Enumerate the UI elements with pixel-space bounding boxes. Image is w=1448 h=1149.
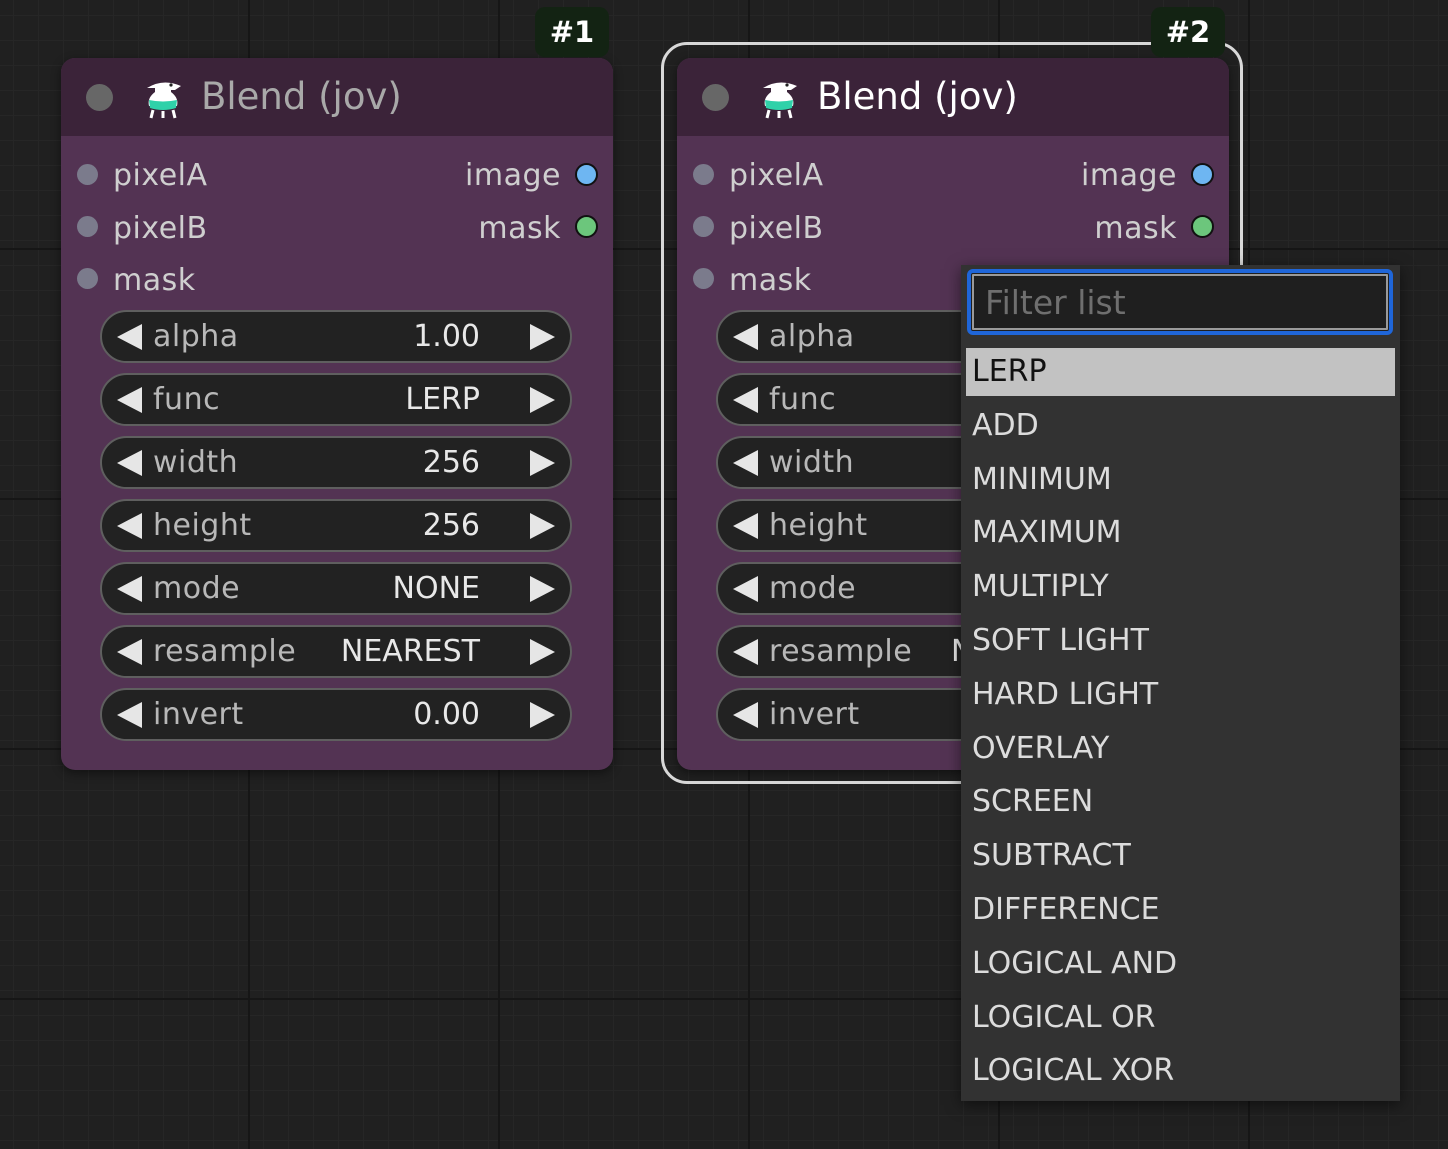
input-slot-dot[interactable] <box>693 268 714 289</box>
widget-name: mode <box>153 571 241 606</box>
node-title: Blend (jov) <box>201 75 402 118</box>
output-slot-image-dot[interactable] <box>575 163 598 186</box>
dropdown-option[interactable]: HARD LIGHT <box>966 671 1395 719</box>
dropdown-option[interactable]: MULTIPLY <box>966 563 1395 611</box>
dropdown-option[interactable]: SUBTRACT <box>966 832 1395 880</box>
dropdown-option[interactable]: MINIMUM <box>966 456 1395 504</box>
dropdown-option[interactable]: LOGICAL XOR <box>966 1047 1395 1095</box>
input-slot-dot[interactable] <box>77 268 98 289</box>
widget-name: invert <box>769 697 860 732</box>
potion-flask-icon <box>147 82 181 119</box>
output-label-mask: mask <box>478 211 561 246</box>
collapse-toggle[interactable] <box>702 84 729 111</box>
node-header[interactable]: Blend (jov) <box>61 58 613 136</box>
increment-arrow-icon[interactable] <box>530 576 555 602</box>
output-label-mask: mask <box>1094 211 1177 246</box>
widget-alpha[interactable]: alpha 1.00 <box>100 310 572 363</box>
widget-invert[interactable]: invert 0.00 <box>100 688 572 741</box>
widget-name: resample <box>769 634 913 669</box>
widget-width[interactable]: width 256 <box>100 436 572 489</box>
input-label-pixelA: pixelA <box>729 158 824 193</box>
widget-mode[interactable]: mode NONE <box>100 562 572 615</box>
widget-name: width <box>769 445 855 480</box>
decrement-arrow-icon[interactable] <box>733 576 758 602</box>
dropdown-option[interactable]: LOGICAL AND <box>966 940 1395 988</box>
increment-arrow-icon[interactable] <box>530 702 555 728</box>
widget-name: func <box>153 382 221 417</box>
widget-value: 1.00 <box>413 319 480 354</box>
dropdown-option[interactable]: MAXIMUM <box>966 509 1395 557</box>
widget-name: width <box>153 445 239 480</box>
node-id-badge: #1 <box>535 7 609 57</box>
widget-value: 256 <box>422 508 480 543</box>
input-slot-dot[interactable] <box>693 164 714 185</box>
dropdown-option[interactable]: DIFFERENCE <box>966 886 1395 934</box>
widget-resample[interactable]: resample NEAREST <box>100 625 572 678</box>
dropdown-option[interactable]: LERP <box>966 348 1395 396</box>
decrement-arrow-icon[interactable] <box>733 513 758 539</box>
widget-value: LERP <box>405 382 480 417</box>
dropdown-option[interactable]: SCREEN <box>966 778 1395 826</box>
widget-name: alpha <box>153 319 239 354</box>
widget-name: mode <box>769 571 857 606</box>
output-label-image: image <box>1081 158 1177 193</box>
input-slot-dot[interactable] <box>77 164 98 185</box>
decrement-arrow-icon[interactable] <box>117 324 142 350</box>
node-id-badge: #2 <box>1151 7 1225 57</box>
output-slot-image-dot[interactable] <box>1191 163 1214 186</box>
decrement-arrow-icon[interactable] <box>117 387 142 413</box>
widget-name: height <box>153 508 252 543</box>
dropdown-option[interactable]: SOFT LIGHT <box>966 617 1395 665</box>
decrement-arrow-icon[interactable] <box>117 513 142 539</box>
decrement-arrow-icon[interactable] <box>117 702 142 728</box>
func-dropdown-menu: LERP ADD MINIMUM MAXIMUM MULTIPLY SOFT LIGHT H… <box>961 265 1400 1101</box>
increment-arrow-icon[interactable] <box>530 639 555 665</box>
input-label-pixelA: pixelA <box>113 158 208 193</box>
input-label-mask: mask <box>729 263 812 298</box>
decrement-arrow-icon[interactable] <box>117 450 142 476</box>
decrement-arrow-icon[interactable] <box>733 387 758 413</box>
decrement-arrow-icon[interactable] <box>733 450 758 476</box>
output-slot-mask-dot[interactable] <box>575 215 598 238</box>
node-header[interactable]: Blend (jov) <box>677 58 1229 136</box>
node-title: Blend (jov) <box>817 75 1018 118</box>
input-label-mask: mask <box>113 263 196 298</box>
widget-value: 0.00 <box>413 697 480 732</box>
widget-name: invert <box>153 697 244 732</box>
widget-value: NEAREST <box>340 634 480 669</box>
output-label-image: image <box>465 158 561 193</box>
increment-arrow-icon[interactable] <box>530 513 555 539</box>
decrement-arrow-icon[interactable] <box>733 702 758 728</box>
dropdown-option[interactable]: LOGICAL OR <box>966 994 1395 1042</box>
decrement-arrow-icon[interactable] <box>117 639 142 665</box>
node-blend-1[interactable]: Blend (jov) pixelA image pixelB mask mas… <box>61 58 613 770</box>
input-slot-dot[interactable] <box>77 216 98 237</box>
increment-arrow-icon[interactable] <box>530 450 555 476</box>
widget-height[interactable]: height 256 <box>100 499 572 552</box>
widget-value: 256 <box>422 445 480 480</box>
increment-arrow-icon[interactable] <box>530 387 555 413</box>
dropdown-option[interactable]: ADD <box>966 402 1395 450</box>
potion-flask-icon <box>763 82 797 119</box>
dropdown-option[interactable]: OVERLAY <box>966 725 1395 773</box>
increment-arrow-icon[interactable] <box>530 324 555 350</box>
input-label-pixelB: pixelB <box>113 211 208 246</box>
filter-list-input[interactable] <box>967 269 1393 335</box>
widget-name: alpha <box>769 319 855 354</box>
decrement-arrow-icon[interactable] <box>117 576 142 602</box>
collapse-toggle[interactable] <box>86 84 113 111</box>
decrement-arrow-icon[interactable] <box>733 324 758 350</box>
input-slot-dot[interactable] <box>693 216 714 237</box>
widget-name: resample <box>153 634 297 669</box>
decrement-arrow-icon[interactable] <box>733 639 758 665</box>
input-label-pixelB: pixelB <box>729 211 824 246</box>
widget-value: NONE <box>392 571 480 606</box>
widget-name: height <box>769 508 868 543</box>
widget-name: func <box>769 382 837 417</box>
output-slot-mask-dot[interactable] <box>1191 215 1214 238</box>
widget-func[interactable]: func LERP <box>100 373 572 426</box>
